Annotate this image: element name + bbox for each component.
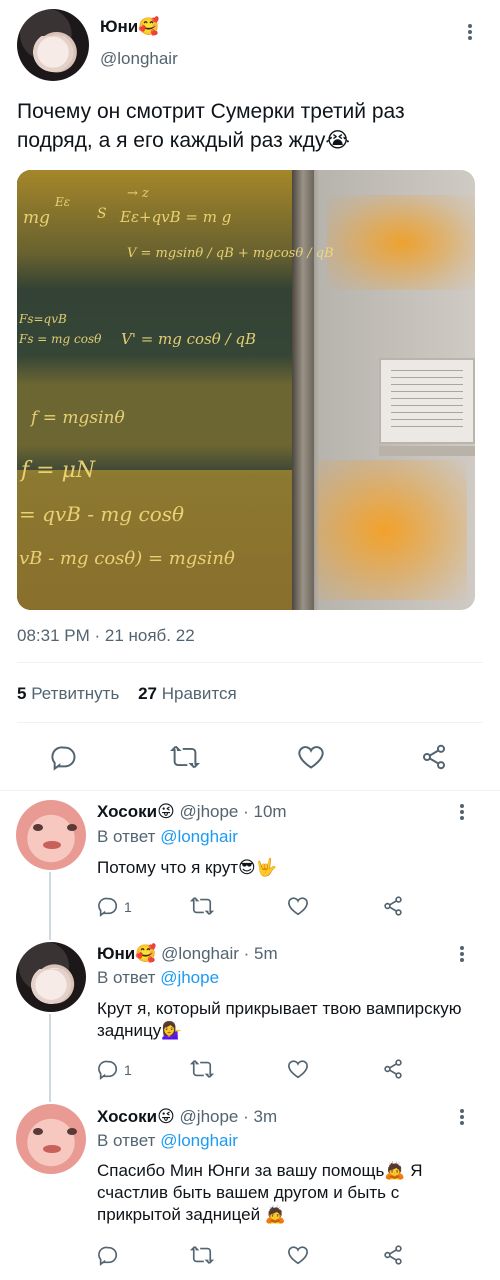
reply-text: Крут я, который прикрывает твою вампирск… [97, 999, 462, 1040]
like-icon[interactable] [287, 895, 309, 917]
wall-light [317, 460, 467, 600]
reply-avatar[interactable] [16, 942, 86, 1012]
reply-to-link[interactable]: @longhair [160, 1131, 238, 1150]
chalk-text: vB - mg cosθ) = mgsinθ [19, 548, 235, 569]
reply-actions: 1 [0, 895, 500, 919]
reply-to-line: В ответ @jhope [97, 968, 219, 988]
chalk-text: f = mgsinθ [31, 408, 125, 428]
reply-count: 1 [124, 1062, 132, 1078]
author-name[interactable]: Юни🥰 [100, 17, 159, 37]
like-count[interactable]: 27 [138, 684, 157, 703]
retweet-icon[interactable] [190, 1058, 214, 1080]
like-icon[interactable] [287, 1244, 309, 1266]
like-icon[interactable] [287, 1058, 309, 1080]
reply-text: Потому что я крут😎🤟 [97, 858, 277, 877]
reply-icon[interactable] [50, 743, 78, 771]
retweet-label[interactable]: Ретвитнуть [31, 684, 119, 703]
divider [17, 662, 483, 663]
wall-ledge [379, 446, 475, 456]
chalk-text: Fs = mg cosθ [19, 332, 102, 346]
chalk-text: S [97, 206, 107, 222]
reply-to-prefix: В ответ [97, 1131, 156, 1150]
reply-author-name[interactable]: Хосоки😜 [97, 1107, 175, 1126]
reply-time[interactable]: · 10m [243, 802, 286, 821]
reply-header: Хосоки😜 @jhope · 10m [97, 802, 287, 822]
author-handle[interactable]: @longhair [100, 49, 178, 69]
tweet-actions [0, 740, 500, 774]
share-icon[interactable] [382, 1244, 404, 1266]
reply-icon[interactable] [97, 1244, 119, 1266]
retweet-count[interactable]: 5 [17, 684, 26, 703]
like-label[interactable]: Нравится [162, 684, 237, 703]
chalk-text: V = mgsinθ / qB + mgcosθ / qB [127, 246, 334, 261]
light-stripe [17, 470, 292, 610]
reply-header: Юни🥰 @longhair · 5m [97, 944, 278, 964]
reply-author-handle[interactable]: @longhair [161, 944, 239, 963]
reply-to-prefix: В ответ [97, 827, 156, 846]
reply-avatar[interactable] [16, 1104, 86, 1174]
more-options-icon[interactable] [452, 944, 472, 964]
more-options-icon[interactable] [460, 22, 480, 42]
chalk-text: V' = mg cosθ / qB [121, 330, 257, 348]
retweet-icon[interactable] [190, 895, 214, 917]
retweet-icon[interactable] [190, 1244, 214, 1266]
reply-to-line: В ответ @longhair [97, 1131, 238, 1151]
reply-author-handle[interactable]: @jhope [180, 802, 239, 821]
chalk-text: mg [23, 208, 51, 228]
tweet-photo[interactable]: mg Eε S → z Eε+qvB = m g V = mgsinθ / qB… [17, 170, 475, 610]
reply-time[interactable]: · 5m [244, 944, 278, 963]
reply-header: Хосоки😜 @jhope · 3m [97, 1107, 277, 1127]
reply-text: Спасибо Мин Юнги за вашу помощь🙇 Я счаст… [97, 1161, 423, 1224]
reply-to-line: В ответ @longhair [97, 827, 238, 847]
author-avatar[interactable] [17, 9, 89, 81]
like-icon[interactable] [297, 743, 325, 771]
wall-paper [379, 358, 475, 444]
divider [0, 790, 500, 791]
reply-author-name[interactable]: Юни🥰 [97, 944, 156, 963]
reply-actions: 1 [0, 1058, 500, 1082]
reply-author-handle[interactable]: @jhope [180, 1107, 239, 1126]
chalk-text: Fs=qvB [19, 312, 67, 326]
reply-avatar[interactable] [16, 800, 86, 870]
divider [17, 722, 483, 723]
reply-count: 1 [124, 899, 132, 915]
board-frame [292, 170, 314, 610]
more-options-icon[interactable] [452, 802, 472, 822]
tweet-timestamp[interactable]: 08:31 PM · 21 нояб. 22 [17, 626, 195, 646]
reply-to-link[interactable]: @longhair [160, 827, 238, 846]
reply-icon[interactable] [97, 895, 119, 917]
reply-icon[interactable] [97, 1058, 119, 1080]
tweet-text: Почему он смотрит Сумерки третий раз под… [17, 100, 405, 152]
light-stripe [17, 170, 292, 290]
share-icon[interactable] [382, 1058, 404, 1080]
chalk-text: = qvB - mg cosθ [19, 502, 185, 526]
chalk-text: f = μN [21, 458, 96, 483]
reply-actions [0, 1244, 500, 1268]
reply-author-name[interactable]: Хосоки😜 [97, 802, 175, 821]
tweet-stats: 5 Ретвитнуть 27 Нравится [17, 684, 237, 704]
chalk-text: Eε [55, 195, 71, 209]
share-icon[interactable] [382, 895, 404, 917]
share-icon[interactable] [420, 743, 448, 771]
more-options-icon[interactable] [452, 1107, 472, 1127]
chalk-text: → z [127, 186, 149, 201]
reply-time[interactable]: · 3m [243, 1107, 277, 1126]
reply-to-prefix: В ответ [97, 968, 156, 987]
reply-to-link[interactable]: @jhope [160, 968, 219, 987]
chalk-text: Eε+qvB = m g [120, 208, 232, 226]
wall-light [327, 195, 475, 290]
retweet-icon[interactable] [170, 743, 200, 771]
